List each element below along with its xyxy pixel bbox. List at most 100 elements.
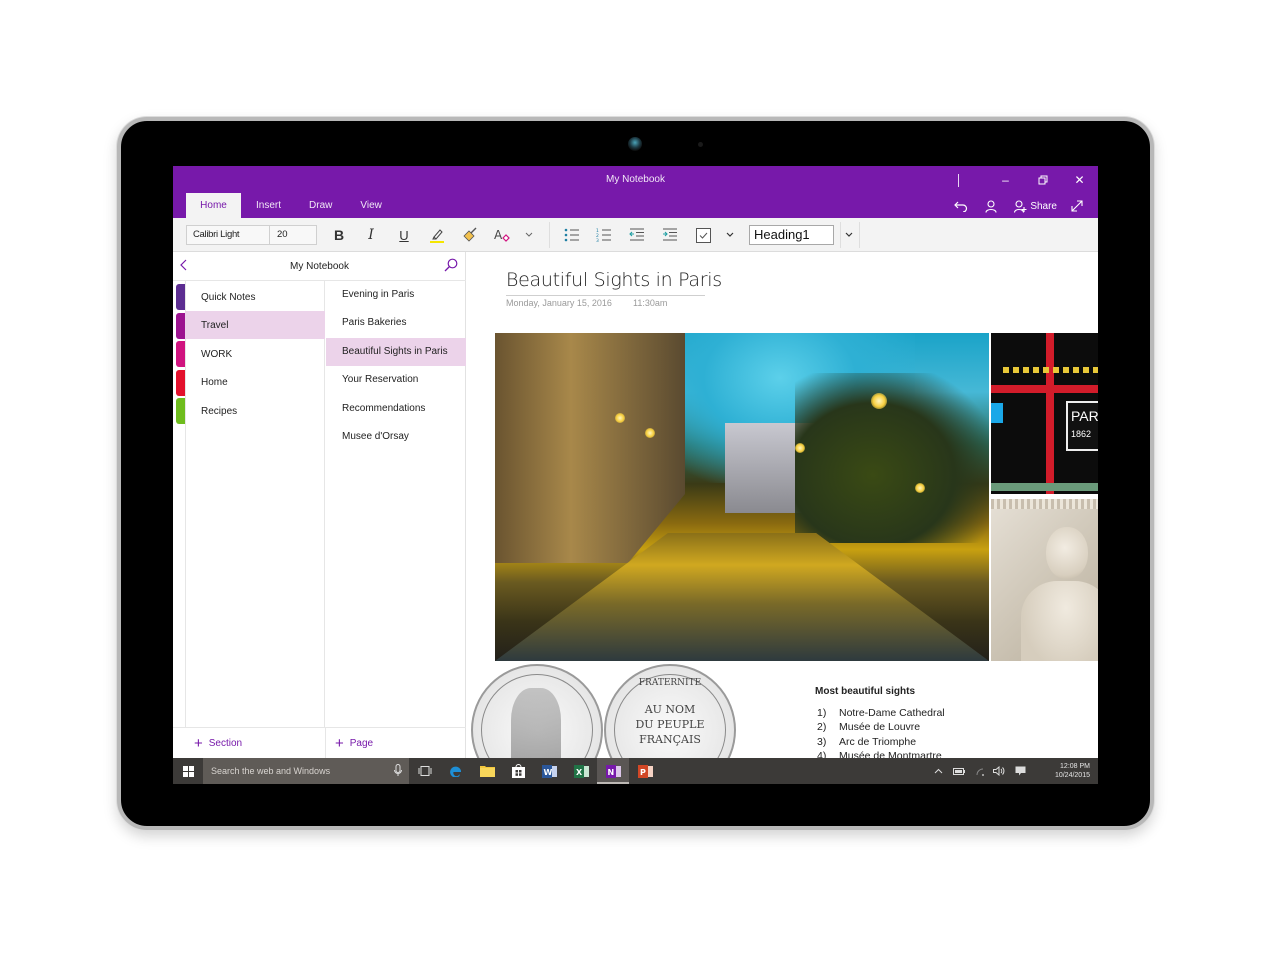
tags-dropdown[interactable] (719, 224, 741, 246)
store-icon (511, 764, 525, 778)
tab-draw[interactable]: Draw (295, 193, 346, 218)
show-hidden-icons-button[interactable] (929, 758, 947, 784)
numbering-button[interactable]: 123 (593, 224, 615, 246)
statue-body (1021, 581, 1098, 661)
coin-line: AU NOM (644, 703, 696, 716)
page-paris-bakeries[interactable]: Paris Bakeries (326, 309, 466, 337)
store-button[interactable] (502, 758, 534, 784)
clear-formatting-icon: A (494, 228, 510, 242)
section-color-tab[interactable] (176, 398, 185, 424)
page-your-reservation[interactable]: Your Reservation (326, 366, 466, 394)
expand-icon (1071, 200, 1083, 212)
taskbar-search-box[interactable]: Search the web and Windows (203, 758, 409, 784)
section-color-tab[interactable] (176, 313, 185, 339)
format-painter-button[interactable] (459, 224, 481, 246)
page-canvas[interactable]: Beautiful Sights in Paris Monday, Januar… (467, 252, 1098, 758)
clock-date: 10/24/2015 (1054, 772, 1090, 779)
todo-tag-button[interactable] (692, 224, 714, 246)
font-name-input[interactable]: Calibri Light (187, 226, 270, 244)
file-explorer-button[interactable] (471, 758, 503, 784)
title-actions: Share (947, 196, 1090, 216)
stained-glass-photo[interactable]: PARI 1862 (991, 333, 1098, 494)
minimize-button[interactable]: – (987, 170, 1024, 190)
clear-format-button[interactable]: A (491, 224, 513, 246)
underline-button[interactable]: U (393, 224, 415, 246)
section-home[interactable]: Home (185, 368, 325, 396)
section-color-tab[interactable] (176, 284, 185, 310)
ribbon-separator (549, 222, 550, 248)
taskbar-clock[interactable]: 12:08 PM 10/24/2015 (1055, 762, 1090, 780)
bullets-button[interactable] (561, 224, 583, 246)
section-quick-notes[interactable]: Quick Notes (185, 283, 325, 311)
edge-icon (450, 766, 461, 777)
coin-fraternite-image[interactable]: FRATERNITE AU NOM DU PEUPLE FRANÇAIS (604, 664, 736, 758)
notification-icon (1015, 766, 1025, 776)
more-format-dropdown[interactable] (518, 224, 540, 246)
outdent-icon (629, 228, 644, 241)
task-view-button[interactable] (409, 758, 441, 784)
paris-street-photo[interactable] (495, 333, 989, 661)
excel-button[interactable]: X (565, 758, 597, 784)
search-button[interactable] (444, 258, 460, 274)
add-section-label: Section (208, 738, 243, 749)
style-picker[interactable]: Heading1 (749, 225, 834, 245)
minimize-icon: – (1002, 173, 1009, 187)
highlight-button[interactable] (426, 224, 448, 246)
bold-button[interactable]: B (328, 224, 350, 246)
italic-button[interactable]: I (360, 224, 382, 246)
page-evening-in-paris[interactable]: Evening in Paris (326, 281, 466, 309)
statue-frieze (991, 499, 1098, 509)
statue-photo[interactable] (991, 499, 1098, 661)
powerpoint-icon: P (637, 764, 653, 778)
page-label: Beautiful Sights in Paris (342, 346, 448, 357)
list-text: Musée de Louvre (839, 721, 921, 733)
restore-button[interactable] (1024, 170, 1061, 190)
coin-liberty-image[interactable] (471, 664, 603, 758)
page-musee-dorsay[interactable]: Musee d'Orsay (326, 423, 466, 451)
microphone-icon[interactable] (394, 764, 402, 777)
paintbrush-icon (463, 227, 477, 242)
decrease-indent-button[interactable] (626, 224, 648, 246)
onenote-button[interactable]: N (597, 758, 629, 784)
network-button[interactable] (971, 758, 989, 784)
list-text: Arc de Triomphe (839, 736, 917, 748)
powerpoint-button[interactable]: P (629, 758, 661, 784)
page-list: Evening in Paris Paris Bakeries Beautifu… (326, 281, 466, 727)
list-text: Notre-Dame Cathedral (839, 707, 945, 719)
word-button[interactable]: W (533, 758, 565, 784)
page-beautiful-sights[interactable]: Beautiful Sights in Paris (326, 338, 466, 366)
section-travel[interactable]: Travel (185, 311, 325, 339)
page-recommendations[interactable]: Recommendations (326, 395, 466, 423)
folder-icon (479, 766, 495, 777)
font-size-input[interactable]: 20 (270, 226, 316, 244)
account-button[interactable] (975, 196, 1007, 216)
add-section-button[interactable]: + Section (194, 728, 242, 759)
share-button[interactable]: Share (1007, 196, 1064, 216)
tab-insert[interactable]: Insert (242, 193, 295, 218)
section-recipes[interactable]: Recipes (185, 397, 325, 425)
footer-divider (325, 728, 326, 759)
increase-indent-button[interactable] (659, 224, 681, 246)
plaque-year: 1862 (1071, 429, 1092, 439)
section-color-tab[interactable] (176, 341, 185, 367)
undo-button[interactable] (947, 196, 975, 216)
notebook-title: My Notebook (290, 261, 349, 272)
page-title[interactable]: Beautiful Sights in Paris (506, 269, 722, 291)
close-button[interactable]: ✕ (1061, 170, 1098, 190)
volume-button[interactable] (990, 758, 1008, 784)
battery-button[interactable] (949, 758, 969, 784)
chevron-down-icon (845, 232, 853, 237)
add-page-button[interactable]: + Page (335, 728, 373, 759)
section-color-tab[interactable] (176, 370, 185, 396)
windows-taskbar: Search the web and Windows W X N P 12:08… (173, 758, 1098, 784)
style-dropdown[interactable] (838, 224, 860, 246)
action-center-button[interactable] (1011, 758, 1029, 784)
tab-view[interactable]: View (346, 193, 396, 218)
start-button[interactable] (173, 758, 203, 784)
section-work[interactable]: WORK (185, 340, 325, 368)
tab-home[interactable]: Home (186, 193, 241, 218)
section-label: Home (201, 377, 228, 388)
fullscreen-button[interactable] (1064, 196, 1090, 216)
edge-button[interactable] (440, 758, 472, 784)
list-number: 4) (817, 750, 827, 758)
